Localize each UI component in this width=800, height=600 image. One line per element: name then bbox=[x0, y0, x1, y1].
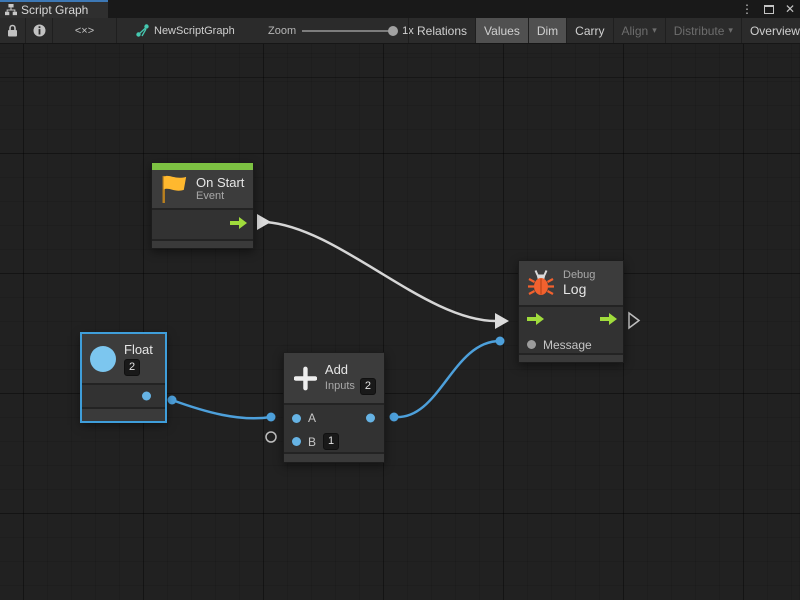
inputs-count-field[interactable]: 2 bbox=[360, 378, 376, 395]
float-value-icon bbox=[90, 346, 116, 372]
node-float[interactable]: Float 2 bbox=[81, 333, 166, 422]
port-a-label: A bbox=[308, 411, 316, 425]
distribute-label: Distribute bbox=[674, 24, 725, 38]
event-color-bar bbox=[152, 163, 253, 170]
flow-input-port[interactable] bbox=[527, 312, 544, 330]
node-on-start[interactable]: On Start Event bbox=[151, 162, 254, 249]
node-add[interactable]: Add Inputs 2 A B 1 bbox=[283, 352, 385, 463]
zoom-slider[interactable] bbox=[302, 30, 394, 32]
distribute-dropdown[interactable]: Distribute ▾ bbox=[665, 18, 741, 43]
node-title: Add bbox=[325, 362, 376, 377]
float-value-field[interactable]: 2 bbox=[124, 359, 140, 376]
zoom-label: Zoom bbox=[268, 25, 296, 37]
unconnected-flow-triangle bbox=[629, 313, 639, 328]
green-arrow-icon bbox=[527, 313, 544, 325]
lock-icon bbox=[7, 24, 18, 37]
code-preview-button[interactable]: <×> bbox=[53, 18, 117, 43]
toolbar: <×> NewScriptGraph Zoom 1x Relations Val… bbox=[0, 18, 800, 44]
input-port-b[interactable] bbox=[292, 437, 301, 446]
node-header[interactable]: On Start Event bbox=[152, 170, 253, 208]
input-port-a[interactable] bbox=[292, 414, 301, 423]
code-icon: <×> bbox=[75, 25, 94, 37]
wire-float-to-add bbox=[172, 400, 271, 418]
align-dropdown[interactable]: Align ▾ bbox=[613, 18, 665, 43]
wire-layer bbox=[0, 44, 800, 600]
flag-icon bbox=[160, 174, 188, 204]
wire-end-arrowhead bbox=[495, 313, 509, 329]
green-arrow-icon bbox=[230, 217, 247, 229]
graph-name: NewScriptGraph bbox=[154, 25, 235, 37]
inspect-button[interactable] bbox=[26, 18, 53, 43]
node-footer bbox=[152, 239, 253, 248]
port-row-b: B 1 bbox=[284, 430, 384, 453]
node-header[interactable]: Float 2 bbox=[82, 334, 165, 383]
lock-button[interactable] bbox=[0, 18, 26, 43]
node-footer bbox=[82, 407, 165, 421]
node-debug-log[interactable]: Debug Log bbox=[518, 260, 624, 363]
node-header[interactable]: Debug Log bbox=[519, 261, 623, 305]
graph-canvas[interactable]: On Start Event Float 2 bbox=[0, 44, 800, 600]
graph-reference[interactable]: NewScriptGraph bbox=[136, 18, 235, 43]
plus-icon bbox=[294, 366, 317, 391]
node-title: On Start bbox=[196, 175, 244, 190]
wire-start-arrowhead bbox=[257, 214, 271, 230]
window-controls: ⋮ ✕ bbox=[741, 0, 795, 18]
green-arrow-icon bbox=[600, 313, 617, 325]
close-icon[interactable]: ✕ bbox=[785, 0, 795, 18]
wire-endpoint-dot bbox=[496, 337, 505, 346]
wire-endpoint-dot bbox=[168, 396, 177, 405]
maximize-icon[interactable] bbox=[764, 5, 774, 14]
tab-script-graph[interactable]: Script Graph bbox=[0, 0, 108, 18]
script-graph-asset-icon bbox=[136, 24, 149, 37]
align-label: Align bbox=[622, 24, 649, 38]
wire-endpoint-dot bbox=[267, 413, 276, 422]
node-title: Float bbox=[124, 342, 153, 357]
dim-button[interactable]: Dim bbox=[528, 18, 566, 43]
message-port-row: Message bbox=[519, 334, 623, 355]
wire-endpoint-dot bbox=[390, 413, 399, 422]
node-subtitle: Event bbox=[196, 190, 244, 203]
port-row-a: A bbox=[284, 406, 384, 430]
overview-button[interactable]: Overview bbox=[741, 18, 800, 43]
port-b-value-field[interactable]: 1 bbox=[323, 433, 339, 450]
tab-title: Script Graph bbox=[21, 3, 88, 17]
unconnected-port-circle bbox=[266, 432, 276, 442]
port-b-label: B bbox=[308, 435, 316, 449]
value-output-port[interactable] bbox=[366, 414, 375, 423]
zoom-control: Zoom 1x bbox=[268, 18, 414, 43]
node-ports: A B 1 bbox=[284, 403, 384, 452]
bug-icon bbox=[527, 269, 555, 297]
relations-button[interactable]: Relations bbox=[408, 18, 475, 43]
zoom-slider-handle[interactable] bbox=[388, 26, 398, 36]
flow-output-port[interactable] bbox=[230, 216, 247, 234]
message-label: Message bbox=[543, 338, 592, 352]
node-header[interactable]: Add Inputs 2 bbox=[284, 353, 384, 403]
wire-onstart-to-log bbox=[266, 222, 496, 321]
values-button[interactable]: Values bbox=[475, 18, 528, 43]
node-ports bbox=[82, 383, 165, 407]
message-input-port[interactable] bbox=[527, 340, 536, 349]
unity-script-graph-window: Script Graph ⋮ ✕ <×> bbox=[0, 0, 800, 600]
flow-port-row bbox=[519, 308, 623, 334]
window-menu-icon[interactable]: ⋮ bbox=[741, 0, 753, 18]
chevron-down-icon: ▾ bbox=[728, 25, 733, 36]
value-output-port[interactable] bbox=[142, 392, 151, 401]
wire-add-to-message bbox=[394, 341, 500, 417]
node-ports bbox=[152, 208, 253, 239]
inputs-label: Inputs bbox=[325, 380, 355, 393]
toolbar-buttons: Relations Values Dim Carry Align ▾ Distr… bbox=[408, 18, 800, 43]
node-footer bbox=[284, 452, 384, 462]
graph-hierarchy-icon bbox=[5, 4, 17, 16]
carry-button[interactable]: Carry bbox=[566, 18, 612, 43]
node-title: Log bbox=[563, 282, 595, 297]
chevron-down-icon: ▾ bbox=[652, 25, 657, 36]
flow-output-port[interactable] bbox=[600, 312, 617, 330]
info-icon bbox=[33, 24, 46, 37]
node-ports: Message bbox=[519, 305, 623, 353]
tab-bar: Script Graph ⋮ ✕ bbox=[0, 0, 800, 18]
